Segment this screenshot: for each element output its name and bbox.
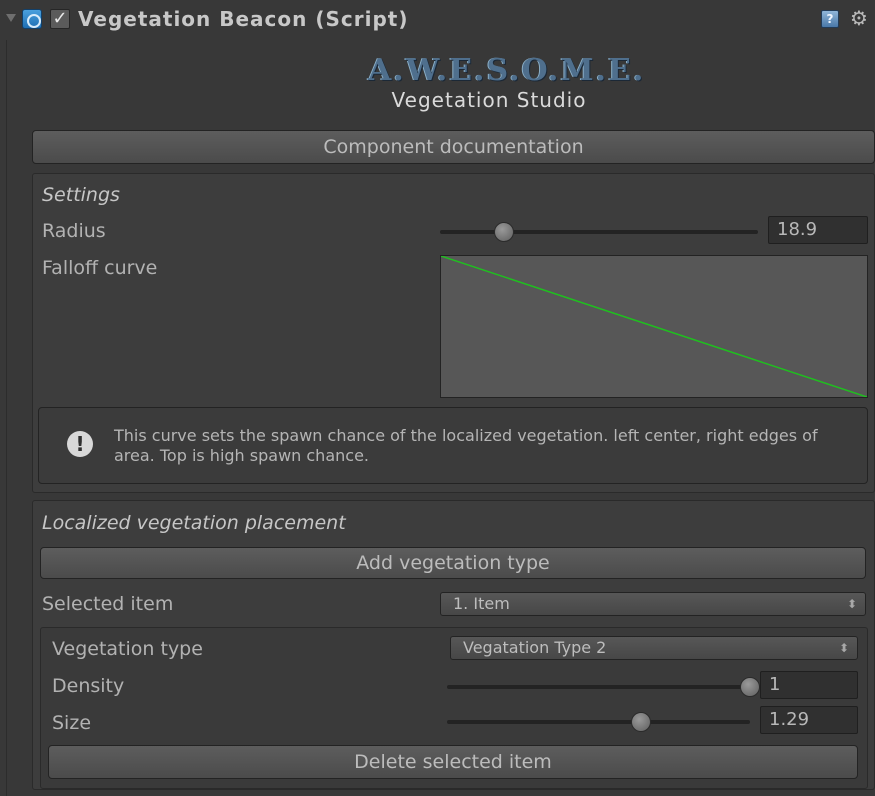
curve-help-text: This curve sets the spawn chance of the … (114, 426, 818, 465)
falloff-curve-field[interactable] (440, 255, 868, 398)
vegetation-type-value: Vegatation Type 2 (463, 638, 607, 657)
density-value-field[interactable]: 1 (760, 671, 858, 699)
add-vegetation-type-button[interactable]: Add vegetation type (40, 547, 866, 579)
radius-slider-track[interactable] (440, 230, 758, 234)
size-slider-thumb[interactable] (630, 712, 651, 732)
component-header: ✓ Vegetation Beacon (Script) ? ⚙ (0, 0, 875, 40)
dropdown-arrows-icon: ⬍ (838, 641, 849, 655)
delete-selected-item-button[interactable]: Delete selected item (48, 745, 858, 779)
gear-icon[interactable]: ⚙ (850, 6, 868, 30)
script-icon (22, 9, 42, 29)
density-slider-track[interactable] (447, 685, 750, 689)
density-label: Density (52, 675, 125, 697)
warning-icon: ! (67, 431, 93, 457)
logo-subtitle: Vegetation Studio (391, 88, 587, 112)
logo-mark: A.W.E.S.O.M.E. (368, 53, 646, 88)
inspector-panel: ✓ Vegetation Beacon (Script) ? ⚙ A.W.E.S… (0, 0, 875, 796)
component-enabled-checkbox[interactable]: ✓ (50, 9, 70, 29)
settings-heading: Settings (42, 184, 120, 206)
foldout-arrow-icon[interactable] (6, 14, 16, 22)
size-value-field[interactable]: 1.29 (760, 706, 858, 734)
radius-slider-thumb[interactable] (493, 222, 514, 242)
curve-help-box: ! This curve sets the spawn chance of th… (38, 407, 868, 484)
falloff-curve-label: Falloff curve (42, 257, 158, 279)
density-slider-thumb[interactable] (740, 677, 760, 697)
vegetation-type-label: Vegetation type (52, 638, 203, 660)
radius-value-field[interactable]: 18.9 (768, 216, 868, 244)
selected-item-value: 1. Item (453, 594, 510, 613)
selected-item-label: Selected item (42, 593, 174, 615)
component-title: Vegetation Beacon (Script) (78, 7, 409, 31)
selected-item-dropdown[interactable]: 1. Item ⬍ (440, 592, 866, 616)
falloff-curve-line (441, 256, 867, 397)
help-book-icon[interactable]: ? (821, 10, 839, 28)
falloff-curve-graph (441, 256, 867, 397)
size-label: Size (52, 712, 92, 734)
dropdown-arrows-icon: ⬍ (846, 597, 857, 611)
indent-line (6, 40, 7, 796)
size-slider-track[interactable] (447, 720, 750, 724)
awesome-logo: A.W.E.S.O.M.E. Vegetation Studio (358, 50, 646, 120)
placement-heading: Localized vegetation placement (42, 512, 346, 534)
component-documentation-button[interactable]: Component documentation (32, 130, 875, 164)
radius-label: Radius (42, 220, 106, 242)
vegetation-type-dropdown[interactable]: Vegatation Type 2 ⬍ (450, 636, 858, 660)
